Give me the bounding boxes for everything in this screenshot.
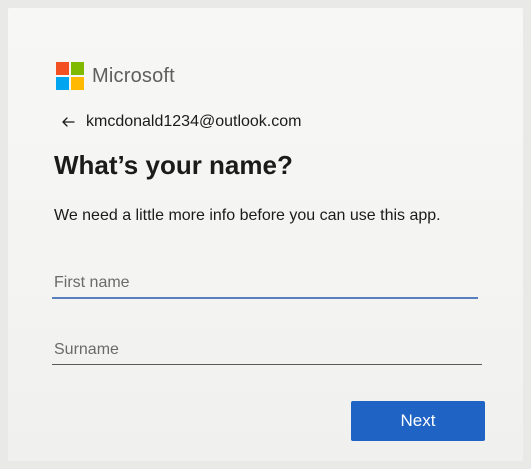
page-title: What’s your name? bbox=[54, 150, 293, 180]
logo-square-green bbox=[71, 62, 84, 75]
account-back-row[interactable]: kmcdonald1234@outlook.com bbox=[60, 113, 301, 131]
brand-name: Microsoft bbox=[92, 64, 175, 87]
logo-square-red bbox=[56, 62, 69, 75]
account-email: kmcdonald1234@outlook.com bbox=[86, 113, 302, 130]
microsoft-logo-icon bbox=[56, 62, 84, 90]
arrow-left-icon[interactable] bbox=[60, 114, 76, 130]
logo-square-yellow bbox=[71, 77, 84, 90]
surname-input[interactable] bbox=[52, 335, 482, 365]
page-description: We need a little more info before you ca… bbox=[54, 207, 441, 224]
first-name-input[interactable] bbox=[52, 269, 478, 299]
logo-square-blue bbox=[56, 77, 69, 90]
next-button[interactable]: Next bbox=[351, 401, 485, 441]
microsoft-logo: Microsoft bbox=[56, 62, 175, 90]
sign-in-screen: Microsoft kmcdonald1234@outlook.com What… bbox=[8, 8, 523, 461]
